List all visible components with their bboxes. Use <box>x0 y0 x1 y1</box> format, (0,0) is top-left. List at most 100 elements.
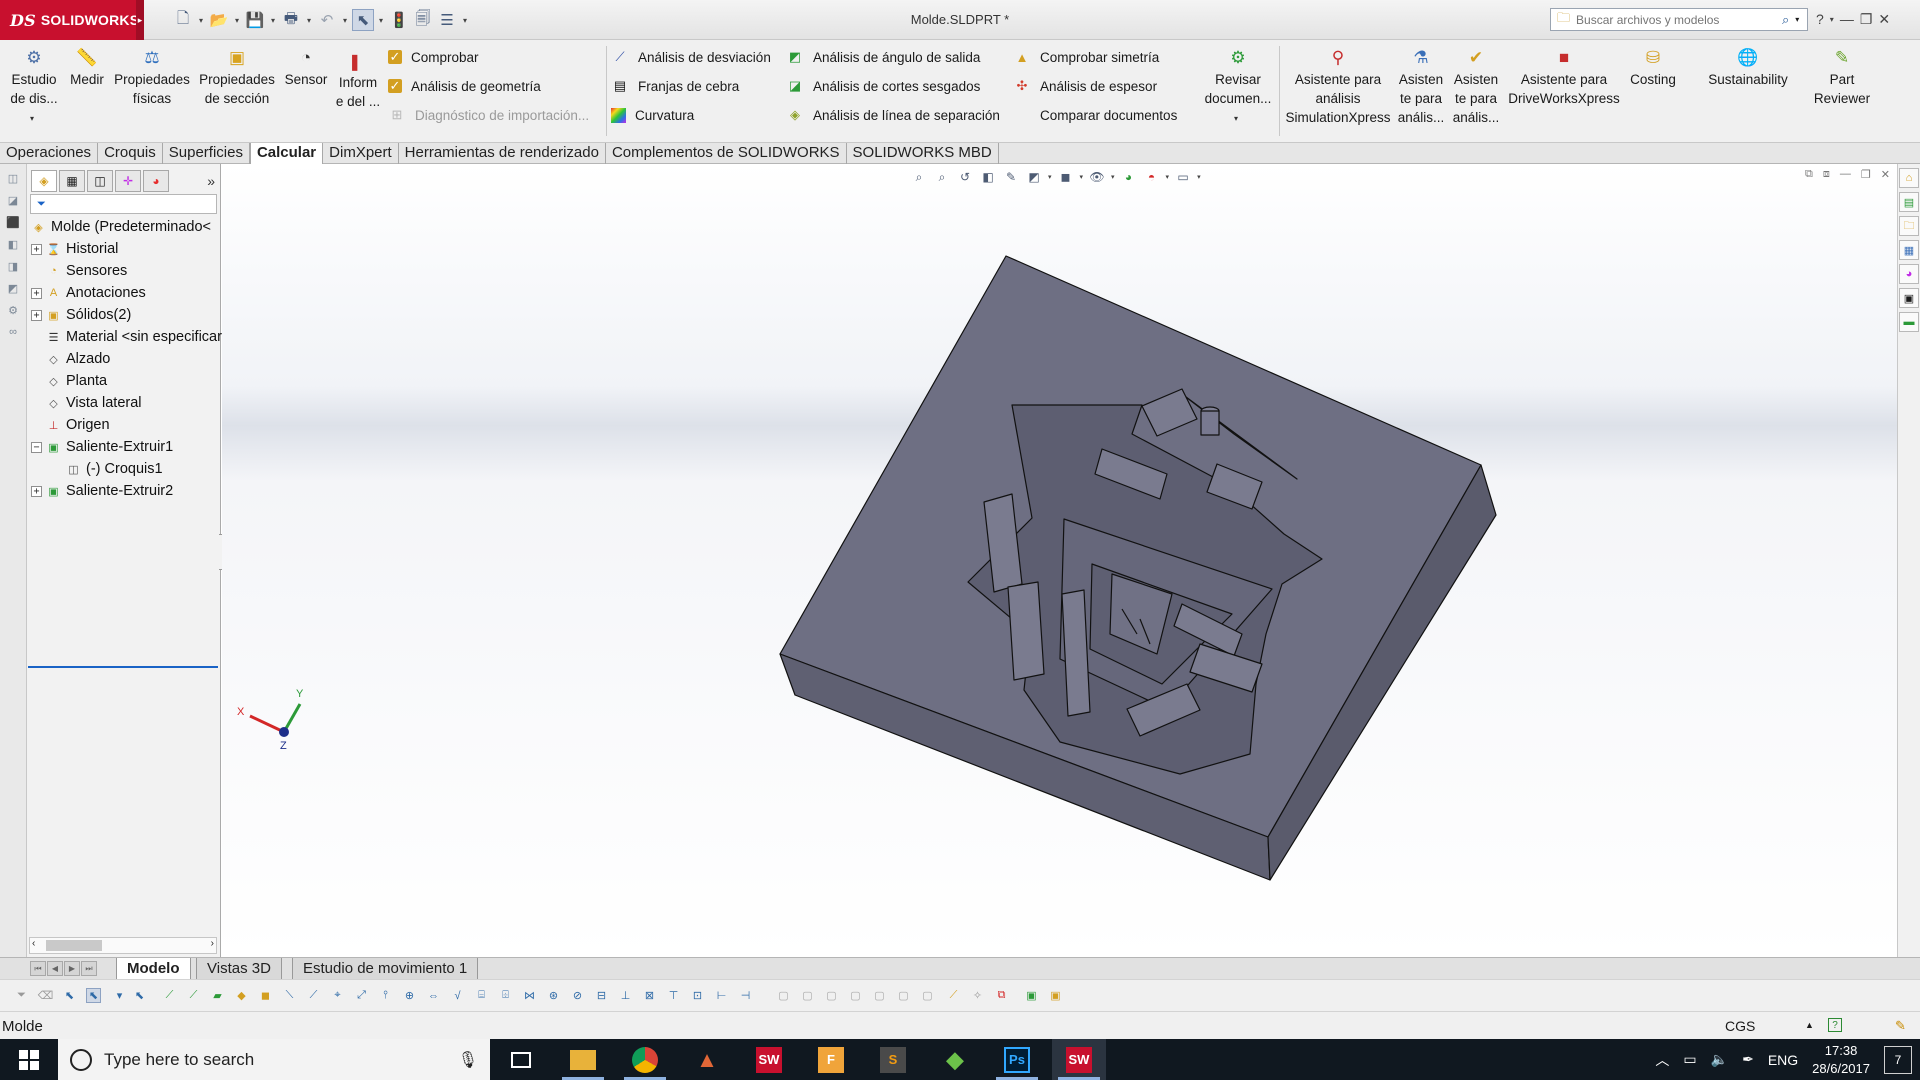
solidworks-forum-icon[interactable]: ▬ <box>1899 312 1919 332</box>
part-reviewer-button[interactable]: ✎ Part Reviewer <box>1804 48 1880 108</box>
minimize-icon[interactable]: — <box>1840 11 1854 27</box>
design-library-icon[interactable]: ▤ <box>1899 192 1919 212</box>
filter-cells-icon[interactable]: ⊢ <box>714 988 729 1003</box>
curvature-button[interactable]: Curvatura <box>611 103 694 127</box>
chrome-button[interactable] <box>618 1039 672 1080</box>
expand-tabs-icon[interactable]: » <box>207 173 217 189</box>
viewport-tile-icon[interactable]: ⧉ <box>1805 168 1813 181</box>
tab-herramientas-renderizado[interactable]: Herramientas de renderizado <box>399 143 606 164</box>
save-dropdown-icon[interactable]: ▾ <box>268 9 278 31</box>
sustainability-button[interactable]: 🌐 Sustainability <box>1700 48 1796 89</box>
task-view-button[interactable] <box>494 1039 548 1080</box>
graphics-area[interactable]: X Y Z ⌕ ⌕ ↺ ◧ ✎ ◩ ▾ ◼ ▾ 👁 ▾ ◕ ◓ ▾ ▭ ▾ ⧉ ⧈ — ❐… <box>222 164 1898 957</box>
search-dropdown-icon[interactable]: ▾ <box>1795 15 1799 24</box>
revisar-dropdown-icon[interactable]: ▾ <box>1234 114 1238 123</box>
tools-strip-icon[interactable]: ⚙ <box>4 302 22 318</box>
view-orientation-dropdown-icon[interactable]: ▾ <box>1048 173 1052 181</box>
sketch-strip-icon[interactable]: ◫ <box>4 170 22 186</box>
filter-blocks-icon[interactable]: ⊟ <box>594 988 609 1003</box>
photoshop-button[interactable]: Ps <box>990 1039 1044 1080</box>
filter-planes-icon[interactable]: ⟋ <box>306 988 321 1003</box>
filter-weld-symbols-icon[interactable]: ⋈ <box>522 988 537 1003</box>
feature-tree-tab-icon[interactable]: ◈ <box>31 170 57 192</box>
matlab-button[interactable]: ▲ <box>680 1039 734 1080</box>
apply-scene-icon[interactable]: ◓ <box>1143 168 1161 186</box>
expand-icon[interactable]: + <box>31 485 42 497</box>
tree-item[interactable]: ◇ Planta <box>31 370 107 392</box>
tab-solidworks-mbd[interactable]: SOLIDWORKS MBD <box>847 143 999 164</box>
sublime-button[interactable]: S <box>866 1039 920 1080</box>
parting-line-analysis-button[interactable]: ◈ Análisis de línea de separación <box>786 103 1000 127</box>
view-palette-icon[interactable]: ▦ <box>1899 240 1919 260</box>
selection-breadcrumbs-icon[interactable]: ⧉ <box>994 988 1009 1003</box>
action-center-icon[interactable]: 7 <box>1884 1045 1912 1074</box>
section-view-icon[interactable]: ◧ <box>979 168 997 186</box>
link-strip-icon[interactable]: ∞ <box>4 324 22 340</box>
thickness-analysis-button[interactable]: ✣ Análisis de espesor <box>1013 74 1158 98</box>
measure-button[interactable]: 📏 Medir <box>64 48 110 89</box>
last-tab-icon[interactable]: ⏭ <box>81 961 97 976</box>
battery-icon[interactable]: ▭ <box>1683 1051 1696 1068</box>
filter-faces-icon[interactable]: ▰ <box>210 988 225 1003</box>
filter-axes-icon[interactable]: ⟍ <box>282 988 297 1003</box>
expand-icon[interactable]: + <box>31 287 42 299</box>
tree-item[interactable]: + ▣ Saliente-Extruir2 <box>31 480 173 502</box>
git-button[interactable]: ◆ <box>928 1039 982 1080</box>
simulationxpress-button[interactable]: ⚲ Asistente para análisis SimulationXpre… <box>1282 48 1394 127</box>
foxit-button[interactable]: F <box>804 1039 858 1080</box>
edit-appearance-icon[interactable]: ◕ <box>1120 168 1138 186</box>
file-explorer-pane-icon[interactable]: 🗀 <box>1899 216 1919 236</box>
display-style-icon[interactable]: ◼ <box>1057 168 1075 186</box>
magnetic-icon[interactable]: ✧ <box>970 988 985 1003</box>
tab-vistas-3d[interactable]: Vistas 3D <box>196 958 282 980</box>
view-settings-dropdown-icon[interactable]: ▾ <box>1197 173 1201 181</box>
appearances-icon[interactable]: ◕ <box>1899 264 1919 284</box>
section-properties-button[interactable]: ▣ Propiedades de sección <box>196 48 278 108</box>
taskbar-search-box[interactable]: Type here to search 🎙 <box>58 1039 490 1080</box>
view-settings-icon[interactable]: ▭ <box>1174 168 1192 186</box>
restore-icon[interactable]: ❐ <box>1860 11 1873 28</box>
undo-dropdown-icon[interactable]: ▾ <box>340 9 350 31</box>
filter-center-marks-icon[interactable]: ⊕ <box>402 988 417 1003</box>
new-document-icon[interactable]: 🗋 <box>172 9 194 31</box>
display-style-dropdown-icon[interactable]: ▾ <box>1080 173 1084 181</box>
filter-mate-icon[interactable]: ⊣ <box>738 988 753 1003</box>
tab-croquis[interactable]: Croquis <box>98 143 163 164</box>
hide-show-items-icon[interactable]: 👁 <box>1088 168 1106 186</box>
instant-3d-icon[interactable]: ▣ <box>1024 988 1039 1003</box>
tree-item[interactable]: ◇ Vista lateral <box>31 392 141 414</box>
show-hidden-icons-icon[interactable]: ︿ <box>1655 1050 1669 1070</box>
first-tab-icon[interactable]: ⏮ <box>30 961 46 976</box>
solidworks-2017-button[interactable]: SW <box>1052 1039 1106 1080</box>
filter-tables-icon[interactable]: ⊡ <box>690 988 705 1003</box>
tab-operaciones[interactable]: Operaciones <box>0 143 99 164</box>
tree-filter[interactable]: ⏷ <box>30 194 217 214</box>
property-manager-tab-icon[interactable]: ▦ <box>59 170 85 192</box>
tree-item[interactable]: + ▣ Sólidos(2) <box>31 304 131 326</box>
scrollbar-thumb[interactable] <box>46 940 102 951</box>
zoom-to-fit-icon[interactable]: ⌕ <box>910 168 928 186</box>
deviation-analysis-button[interactable]: ⟋ Análisis de desviación <box>611 45 770 69</box>
expand-icon[interactable]: + <box>31 309 42 321</box>
select-arrow-icon[interactable]: ⬉ <box>352 9 374 31</box>
solidworks-menu-arrow-icon[interactable]: ▸ <box>136 0 144 40</box>
display-strip-icon[interactable]: ◨ <box>4 258 22 274</box>
filter-dowel-pin-icon[interactable]: ⊥ <box>618 988 633 1003</box>
dynamic-annotation-icon[interactable]: ✎ <box>1002 168 1020 186</box>
report-button[interactable]: Inform e del ... <box>334 73 382 111</box>
filter-sketch-points-icon[interactable]: ⌖ <box>330 988 345 1003</box>
viewport-minimize-icon[interactable]: — <box>1840 168 1851 181</box>
tree-rollback-bar[interactable] <box>28 666 218 668</box>
collapse-icon[interactable]: − <box>31 441 42 453</box>
filter-cosmetic-threads-icon[interactable]: ⊘ <box>570 988 585 1003</box>
solidworks-2015-button[interactable]: SW <box>742 1039 796 1080</box>
select-pointer-icon[interactable]: ⬉ <box>86 988 101 1003</box>
select-all-filters-icon[interactable]: ⬉ <box>62 988 77 1003</box>
unit-system-dropdown-icon[interactable]: ▲ <box>1805 1020 1814 1030</box>
expand-icon[interactable]: + <box>31 243 42 255</box>
search-input[interactable] <box>1576 12 1777 27</box>
scroll-left-icon[interactable]: ‹ <box>32 938 35 949</box>
design-study-dropdown-icon[interactable]: ▾ <box>30 114 34 123</box>
rebuild-traffic-light-icon[interactable]: 🚦 <box>388 9 410 31</box>
tree-item[interactable]: ◔ Sensores <box>31 260 127 282</box>
